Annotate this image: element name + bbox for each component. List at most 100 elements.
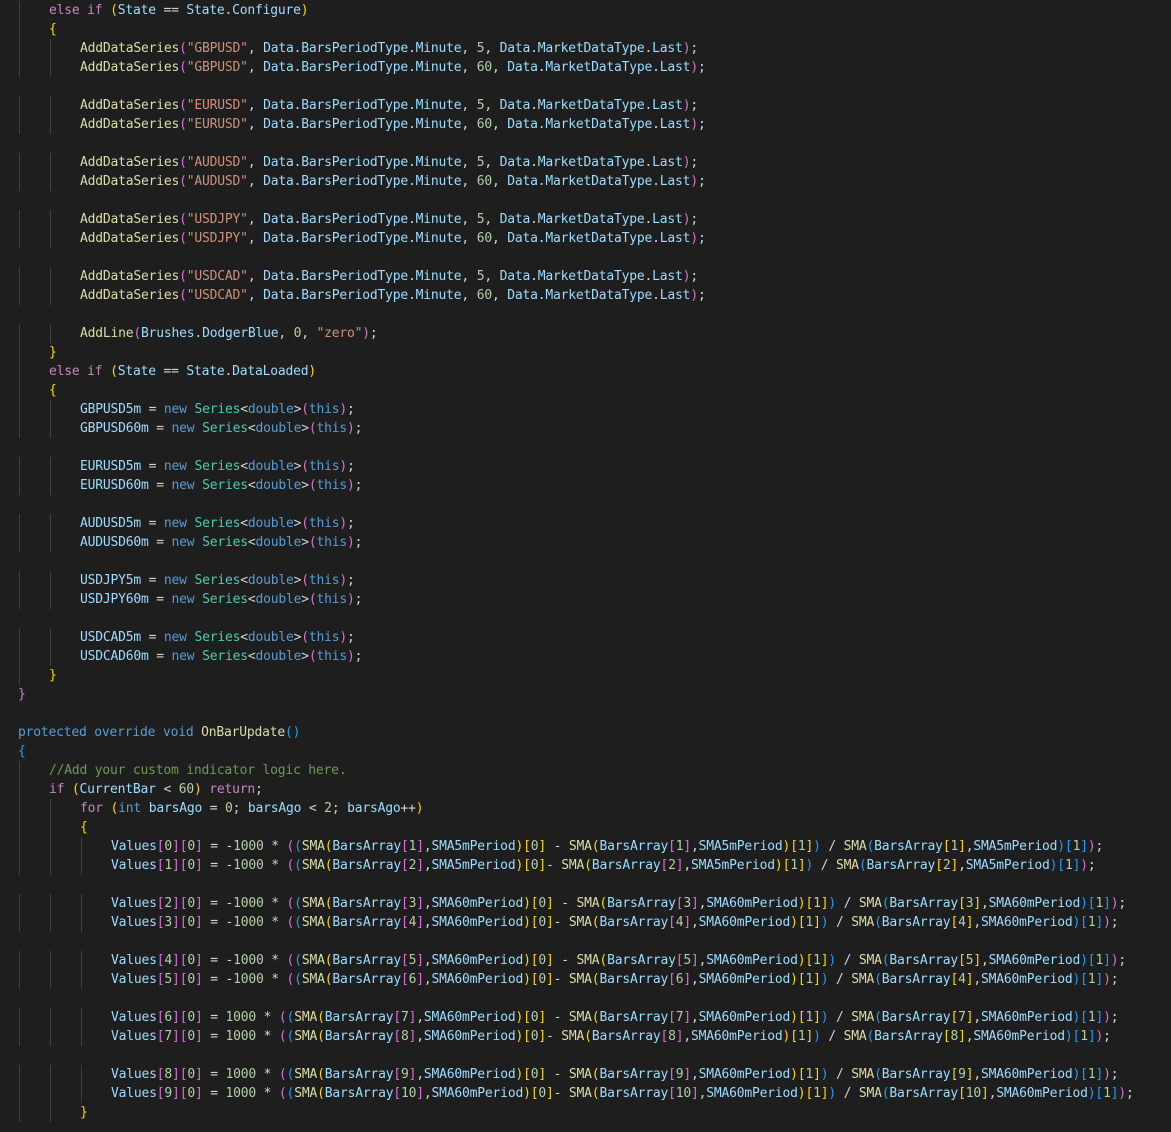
code-line[interactable]: AddDataSeries("GBPUSD", Data.BarsPeriodT… [80, 39, 698, 58]
indent-guide [19, 856, 20, 875]
code-token: ( [308, 421, 317, 436]
code-token: BarsArray [332, 915, 401, 930]
code-line[interactable]: AddDataSeries("AUDUSD", Data.BarsPeriodT… [80, 153, 698, 172]
code-token: SMA [576, 896, 600, 911]
code-line[interactable]: } [49, 343, 57, 362]
code-token: . [652, 60, 660, 75]
code-token: USDCAD5m [80, 630, 142, 645]
code-line[interactable]: Values[0][0] = -1000 * ((SMA(BarsArray[1… [111, 837, 1103, 856]
code-token: Last [652, 155, 683, 170]
code-token: 7 [958, 1010, 966, 1025]
code-token: , [973, 1010, 981, 1025]
code-token: AddDataSeries [80, 231, 180, 246]
code-line[interactable]: Values[3][0] = -1000 * ((SMA(BarsArray[4… [111, 913, 1119, 932]
code-token: , [484, 212, 500, 227]
code-line[interactable]: AddDataSeries("EURUSD", Data.BarsPeriodT… [80, 115, 706, 134]
code-line[interactable]: USDCAD5m = new Series<double>(this); [80, 628, 355, 647]
code-line[interactable]: AddDataSeries("USDCAD", Data.BarsPeriodT… [80, 286, 706, 305]
code-token: , [423, 972, 432, 987]
code-token: ( [874, 1010, 882, 1025]
code-token: ( [179, 212, 187, 227]
code-line[interactable]: { [49, 20, 57, 39]
code-line[interactable]: AddDataSeries("EURUSD", Data.BarsPeriodT… [80, 96, 698, 115]
indent-guide [81, 1065, 82, 1084]
code-line[interactable]: AddDataSeries("USDJPY", Data.BarsPeriodT… [80, 210, 698, 229]
code-token: , [484, 98, 500, 113]
code-line[interactable]: else if (State == State.DataLoaded) [49, 362, 316, 381]
code-token: ] [1095, 972, 1104, 987]
code-line[interactable]: USDJPY60m = new Series<double>(this); [80, 590, 363, 609]
code-line[interactable]: Values[2][0] = -1000 * ((SMA(BarsArray[3… [111, 894, 1126, 913]
code-line[interactable]: if (CurrentBar < 60) return; [49, 780, 263, 799]
code-line[interactable]: { [18, 742, 26, 761]
code-line[interactable]: Values[9][0] = 1000 * ((SMA(BarsArray[10… [111, 1084, 1134, 1103]
code-token: [ [400, 839, 409, 854]
code-token: ; [690, 41, 698, 56]
code-line[interactable]: GBPUSD60m = new Series<double>(this); [80, 419, 363, 438]
code-token: SMA5mPeriod [698, 839, 783, 854]
code-token: State [117, 3, 156, 18]
code-line[interactable]: EURUSD5m = new Series<double>(this); [80, 457, 355, 476]
code-token: [ [668, 1010, 676, 1025]
code-line[interactable]: { [80, 818, 88, 837]
code-line[interactable]: Values[4][0] = -1000 * ((SMA(BarsArray[5… [111, 951, 1126, 970]
code-token: Data [263, 98, 294, 113]
code-line[interactable]: AddLine(Brushes.DodgerBlue, 0, "zero"); [80, 324, 378, 343]
code-token: [ [1080, 1067, 1088, 1082]
code-token: , [461, 60, 477, 75]
code-line[interactable]: Values[8][0] = 1000 * ((SMA(BarsArray[9]… [111, 1065, 1119, 1084]
code-token: ] [546, 1086, 554, 1101]
code-token: ) [828, 1086, 836, 1101]
code-line[interactable]: } [80, 1103, 88, 1122]
code-line[interactable]: AddDataSeries("AUDUSD", Data.BarsPeriodT… [80, 172, 706, 191]
code-token: BarsPeriodType [301, 212, 409, 227]
code-line[interactable]: AddDataSeries("GBPUSD", Data.BarsPeriodT… [80, 58, 706, 77]
code-editor[interactable]: else if (State == State.Configure){AddDa… [0, 0, 1171, 1132]
code-line[interactable]: GBPUSD5m = new Series<double>(this); [80, 400, 355, 419]
code-token: protected [18, 725, 87, 740]
code-line[interactable]: { [49, 381, 57, 400]
indent-guide [50, 1027, 51, 1046]
code-token: BarsArray [324, 1010, 394, 1025]
code-line[interactable]: } [49, 666, 57, 685]
code-line[interactable]: AUDUSD5m = new Series<double>(this); [80, 514, 355, 533]
code-line[interactable]: Values[6][0] = 1000 * ((SMA(BarsArray[7]… [111, 1008, 1119, 1027]
code-line[interactable]: AddDataSeries("USDJPY", Data.BarsPeriodT… [80, 229, 706, 248]
code-line[interactable]: } [18, 685, 26, 704]
code-token: [ [935, 858, 943, 873]
code-line[interactable]: AUDUSD60m = new Series<double>(this); [80, 533, 363, 552]
code-token: , [247, 174, 264, 189]
code-token: Values [111, 1067, 157, 1082]
code-line[interactable]: else if (State == State.Configure) [49, 1, 309, 20]
code-line[interactable]: Values[7][0] = 1000 * ((SMA(BarsArray[8]… [111, 1027, 1111, 1046]
code-line[interactable]: Values[5][0] = -1000 * ((SMA(BarsArray[6… [111, 970, 1119, 989]
code-token: , [958, 858, 966, 873]
code-line[interactable]: //Add your custom indicator logic here. [49, 761, 347, 780]
code-token: ] [538, 1067, 547, 1082]
code-token: = - [202, 858, 234, 873]
code-token: ) [347, 649, 355, 664]
code-token: ] [973, 953, 981, 968]
code-line[interactable]: USDJPY5m = new Series<double>(this); [80, 571, 355, 590]
indent-guide [19, 590, 20, 609]
code-token: , [423, 953, 432, 968]
code-token: Data [499, 155, 531, 170]
indent-guide [50, 913, 51, 932]
code-line[interactable]: Values[1][0] = -1000 * ((SMA(BarsArray[2… [111, 856, 1096, 875]
code-token: ) [347, 421, 355, 436]
code-token: SMA60mPeriod [981, 915, 1073, 930]
code-line[interactable]: protected override void OnBarUpdate() [18, 723, 300, 742]
code-line[interactable]: USDCAD60m = new Series<double>(this); [80, 647, 363, 666]
code-token: SMA60mPeriod [423, 1029, 516, 1044]
code-token: - [546, 839, 569, 854]
code-token: } [49, 345, 57, 360]
code-token: 2 [324, 801, 332, 816]
code-token: . [530, 98, 538, 113]
code-line[interactable]: for (int barsAgo = 0; barsAgo < 2; barsA… [80, 799, 424, 818]
code-line[interactable]: EURUSD60m = new Series<double>(this); [80, 476, 363, 495]
code-token: [ [523, 1029, 531, 1044]
code-token: this [316, 592, 348, 607]
code-token: 9 [401, 1067, 409, 1082]
code-line[interactable]: AddDataSeries("USDCAD", Data.BarsPeriodT… [80, 267, 698, 286]
